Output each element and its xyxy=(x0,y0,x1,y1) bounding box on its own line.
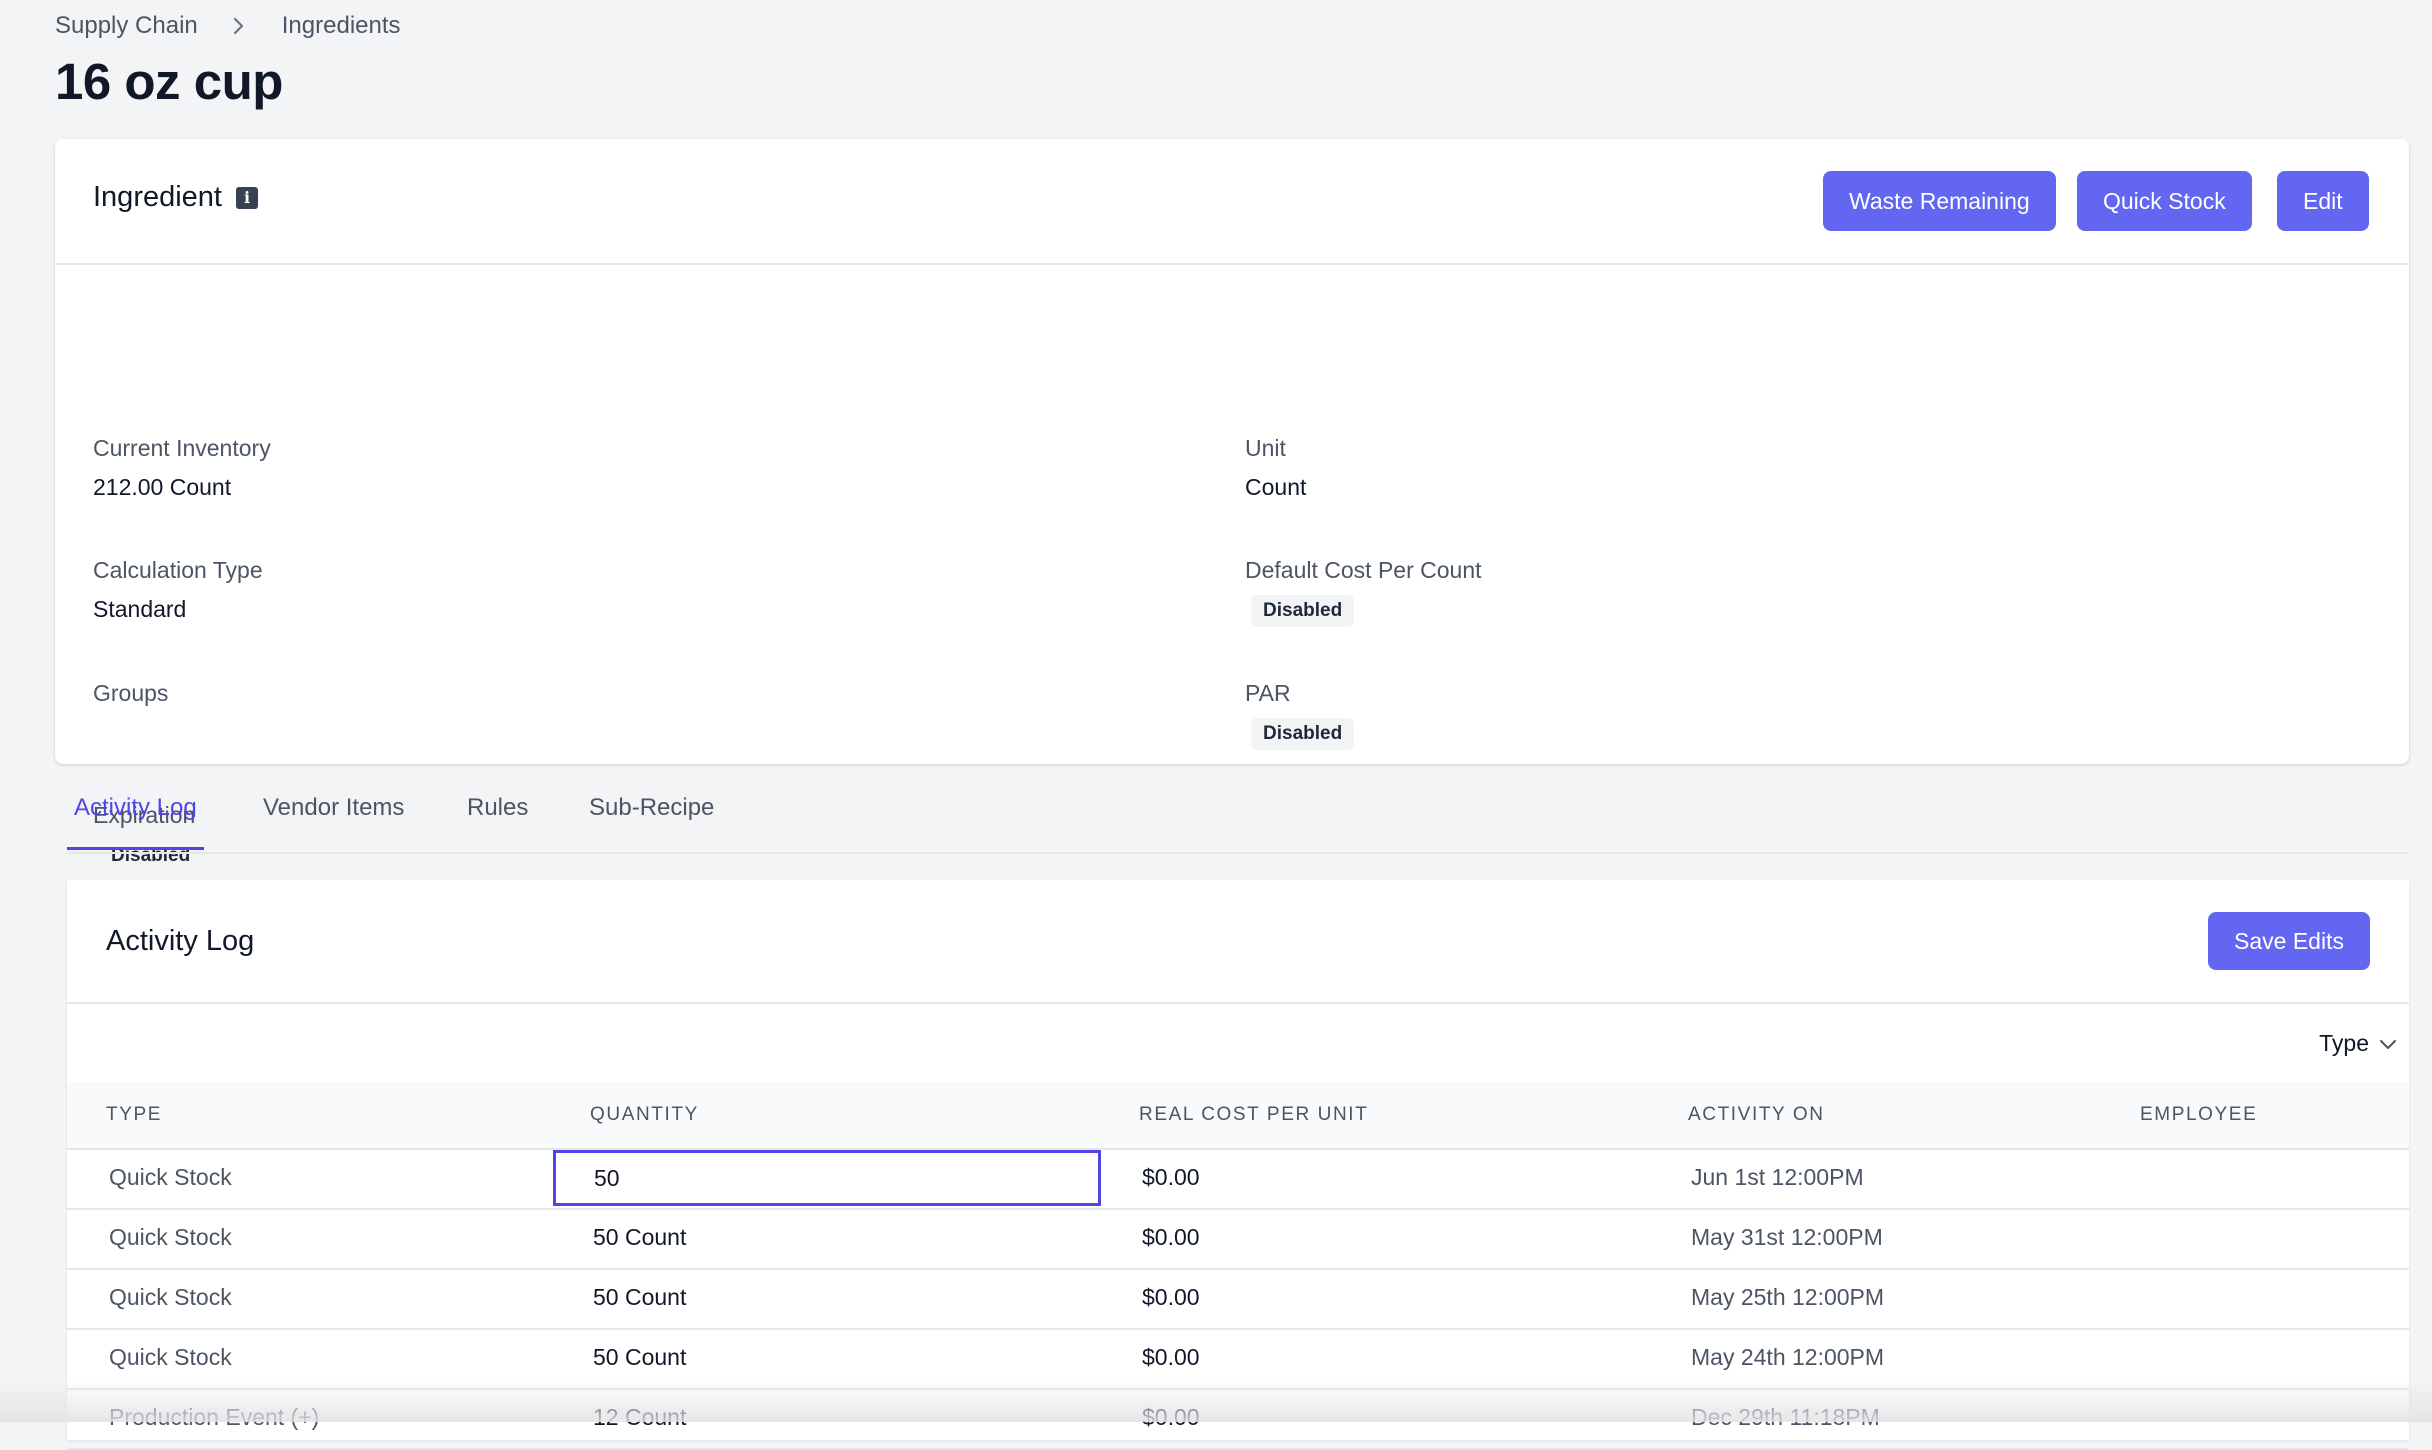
column-header-activity-on: ACTIVITY ON xyxy=(1688,1104,1825,1125)
status-badge: Disabled xyxy=(1251,595,1355,627)
ingredient-title-text: Ingredient xyxy=(93,181,222,213)
status-badge: Disabled xyxy=(1251,718,1355,750)
field-value: Standard xyxy=(93,596,187,622)
activity-log-header: Activity Log Save Edits xyxy=(67,880,2409,1004)
activity-log-title: Activity Log xyxy=(106,925,255,957)
column-header-cost: REAL COST PER UNIT xyxy=(1139,1104,1369,1125)
table-row: Quick Stock $0.00 Jun 1st 12:00PM xyxy=(67,1148,2409,1210)
cell-cost: $0.00 xyxy=(1142,1284,1200,1310)
field-label: Default Cost Per Count xyxy=(1245,557,1482,583)
cell-type: Production Event (+) xyxy=(109,1404,320,1430)
cell-cost: $0.00 xyxy=(1142,1344,1200,1370)
field-label: Groups xyxy=(93,680,169,706)
column-header-quantity: QUANTITY xyxy=(590,1104,699,1125)
tab-bar: Activity Log Vendor Items Rules Sub-Reci… xyxy=(67,780,2409,854)
table-row[interactable]: Quick Stock 50 Count $0.00 May 25th 12:0… xyxy=(67,1268,2409,1330)
column-header-employee: EMPLOYEE xyxy=(2140,1104,2258,1125)
breadcrumb-link-supply-chain[interactable]: Supply Chain xyxy=(55,12,198,40)
cell-activity-on: Jun 1st 12:00PM xyxy=(1691,1164,1864,1190)
ingredient-card-title: Ingredient i xyxy=(93,181,258,214)
column-header-type: TYPE xyxy=(106,1104,163,1125)
field-label: PAR xyxy=(1245,680,1291,706)
cell-activity-on: May 31st 12:00PM xyxy=(1691,1224,1883,1250)
cell-quantity[interactable]: 50 Count xyxy=(593,1284,686,1311)
field-label: Unit xyxy=(1245,435,1286,461)
tab-sub-recipe[interactable]: Sub-Recipe xyxy=(589,794,714,850)
breadcrumb: Supply Chain Ingredients xyxy=(55,12,401,40)
quantity-input[interactable] xyxy=(553,1150,1101,1206)
field-current-inventory: Current Inventory 212.00 Count xyxy=(93,435,271,501)
chevron-right-icon xyxy=(232,16,246,36)
activity-log-card: Activity Log Save Edits Type TYPE QUANTI… xyxy=(67,880,2409,1450)
cell-cost: $0.00 xyxy=(1142,1164,1200,1190)
field-calculation-type: Calculation Type Standard xyxy=(93,557,263,623)
field-unit: Unit Count xyxy=(1245,435,1306,501)
table-row[interactable]: Production Event (+) 12 Count $0.00 Dec … xyxy=(67,1388,2409,1450)
tab-vendor-items[interactable]: Vendor Items xyxy=(263,794,404,850)
cell-activity-on: May 24th 12:00PM xyxy=(1691,1344,1885,1370)
ingredient-card: Ingredient i Waste Remaining Quick Stock… xyxy=(55,139,2409,872)
table-row[interactable]: Quick Stock 50 Count $0.00 May 24th 12:0… xyxy=(67,1328,2409,1390)
cell-type: Quick Stock xyxy=(109,1284,232,1310)
field-default-cost-per-count: Default Cost Per Count Disabled xyxy=(1245,557,1482,627)
save-edits-button[interactable]: Save Edits xyxy=(2208,912,2370,970)
waste-remaining-button[interactable]: Waste Remaining xyxy=(1823,171,2056,231)
table-header: TYPE QUANTITY REAL COST PER UNIT ACTIVIT… xyxy=(67,1082,2409,1150)
cell-quantity[interactable]: 50 Count xyxy=(593,1224,686,1251)
page-title: 16 oz cup xyxy=(55,53,283,110)
cell-activity-on: Dec 29th 11:18PM xyxy=(1691,1404,1880,1430)
tab-activity-log[interactable]: Activity Log xyxy=(67,794,204,850)
field-value: 212.00 Count xyxy=(93,474,232,500)
chevron-down-icon xyxy=(2379,1030,2397,1057)
ingredient-card-header: Ingredient i Waste Remaining Quick Stock… xyxy=(55,139,2409,265)
field-label: Calculation Type xyxy=(93,557,263,583)
info-icon[interactable]: i xyxy=(236,186,258,209)
type-filter-dropdown[interactable]: Type xyxy=(2319,1030,2397,1057)
cell-cost: $0.00 xyxy=(1142,1404,1200,1430)
edit-button[interactable]: Edit xyxy=(2277,171,2369,231)
cell-activity-on: May 25th 12:00PM xyxy=(1691,1284,1885,1310)
quick-stock-button[interactable]: Quick Stock xyxy=(2077,171,2252,231)
breadcrumb-link-ingredients[interactable]: Ingredients xyxy=(282,12,401,40)
table-row[interactable]: Quick Stock 50 Count $0.00 May 31st 12:0… xyxy=(67,1208,2409,1270)
tab-rules[interactable]: Rules xyxy=(467,794,528,850)
cell-quantity[interactable]: 50 Count xyxy=(593,1344,686,1371)
cell-type: Quick Stock xyxy=(109,1224,232,1250)
cell-quantity[interactable]: 12 Count xyxy=(593,1404,686,1431)
cell-type: Quick Stock xyxy=(109,1344,232,1370)
cell-type: Quick Stock xyxy=(109,1164,232,1190)
field-value: Count xyxy=(1245,474,1307,500)
field-label: Current Inventory xyxy=(93,435,271,461)
field-groups: Groups xyxy=(93,680,168,719)
field-par: PAR Disabled xyxy=(1245,680,1355,750)
type-filter-label: Type xyxy=(2319,1030,2369,1056)
cell-cost: $0.00 xyxy=(1142,1224,1200,1250)
